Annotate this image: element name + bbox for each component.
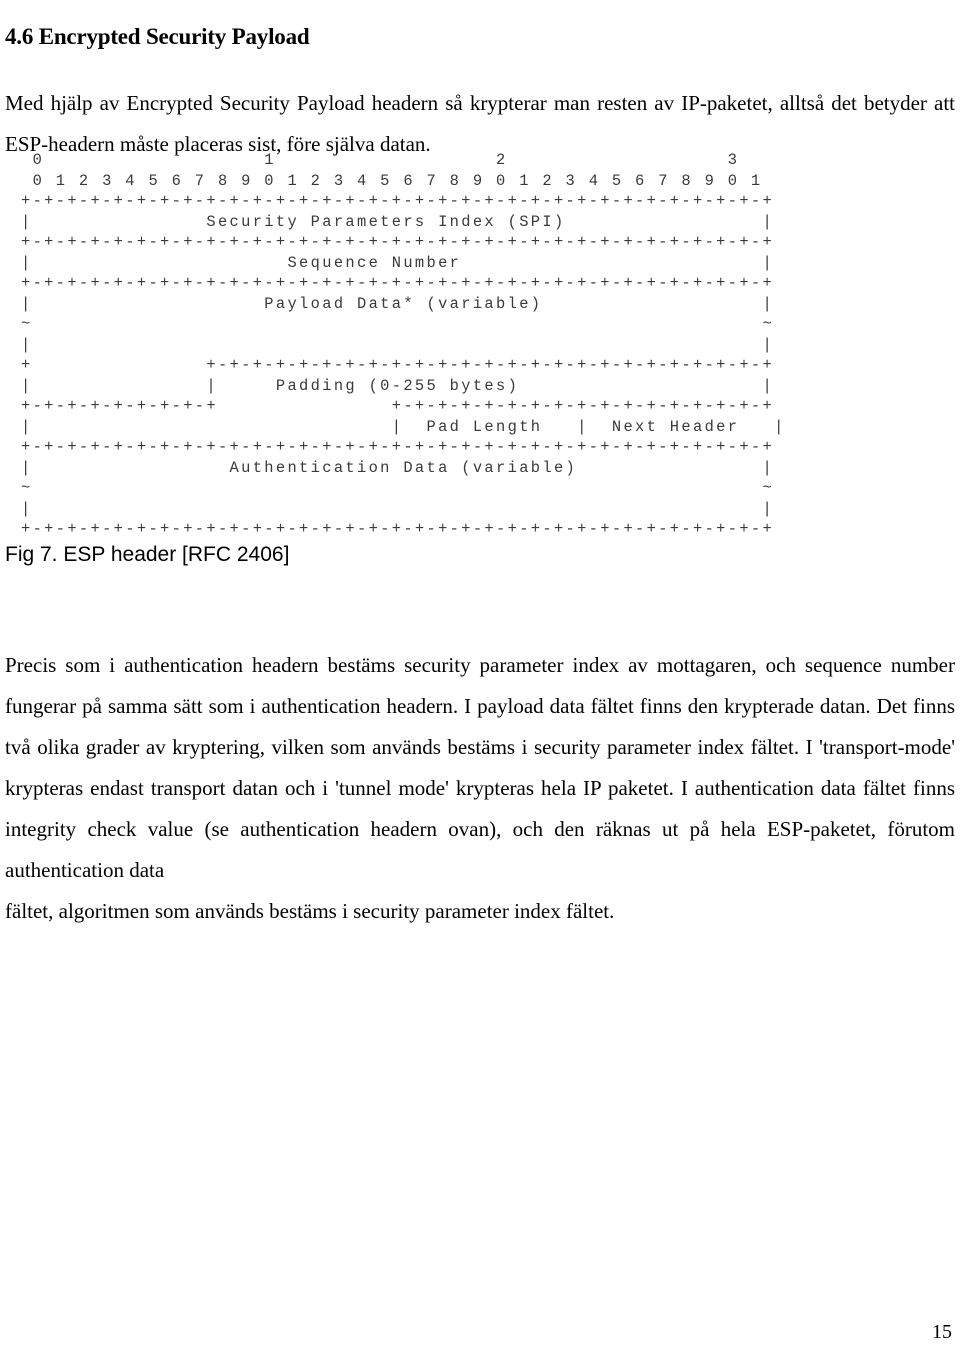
esp-header-ascii-diagram: 0 1 2 3 0 1 2 3 4 5 6 7 8 9 0 1 2 3 4 5 … <box>21 151 786 538</box>
figure-caption: Fig 7. ESP header [RFC 2406] <box>5 543 290 566</box>
body-paragraph: Precis som i authentication headern best… <box>5 645 955 932</box>
document-page: 4.6 Encrypted Security Payload Med hjälp… <box>0 0 960 1362</box>
section-heading: 4.6 Encrypted Security Payload <box>5 24 310 50</box>
page-number: 15 <box>932 1321 952 1343</box>
body-paragraph-text: Precis som i authentication headern best… <box>5 653 955 882</box>
body-paragraph-last-line: fältet, algoritmen som används bestäms i… <box>5 899 615 923</box>
